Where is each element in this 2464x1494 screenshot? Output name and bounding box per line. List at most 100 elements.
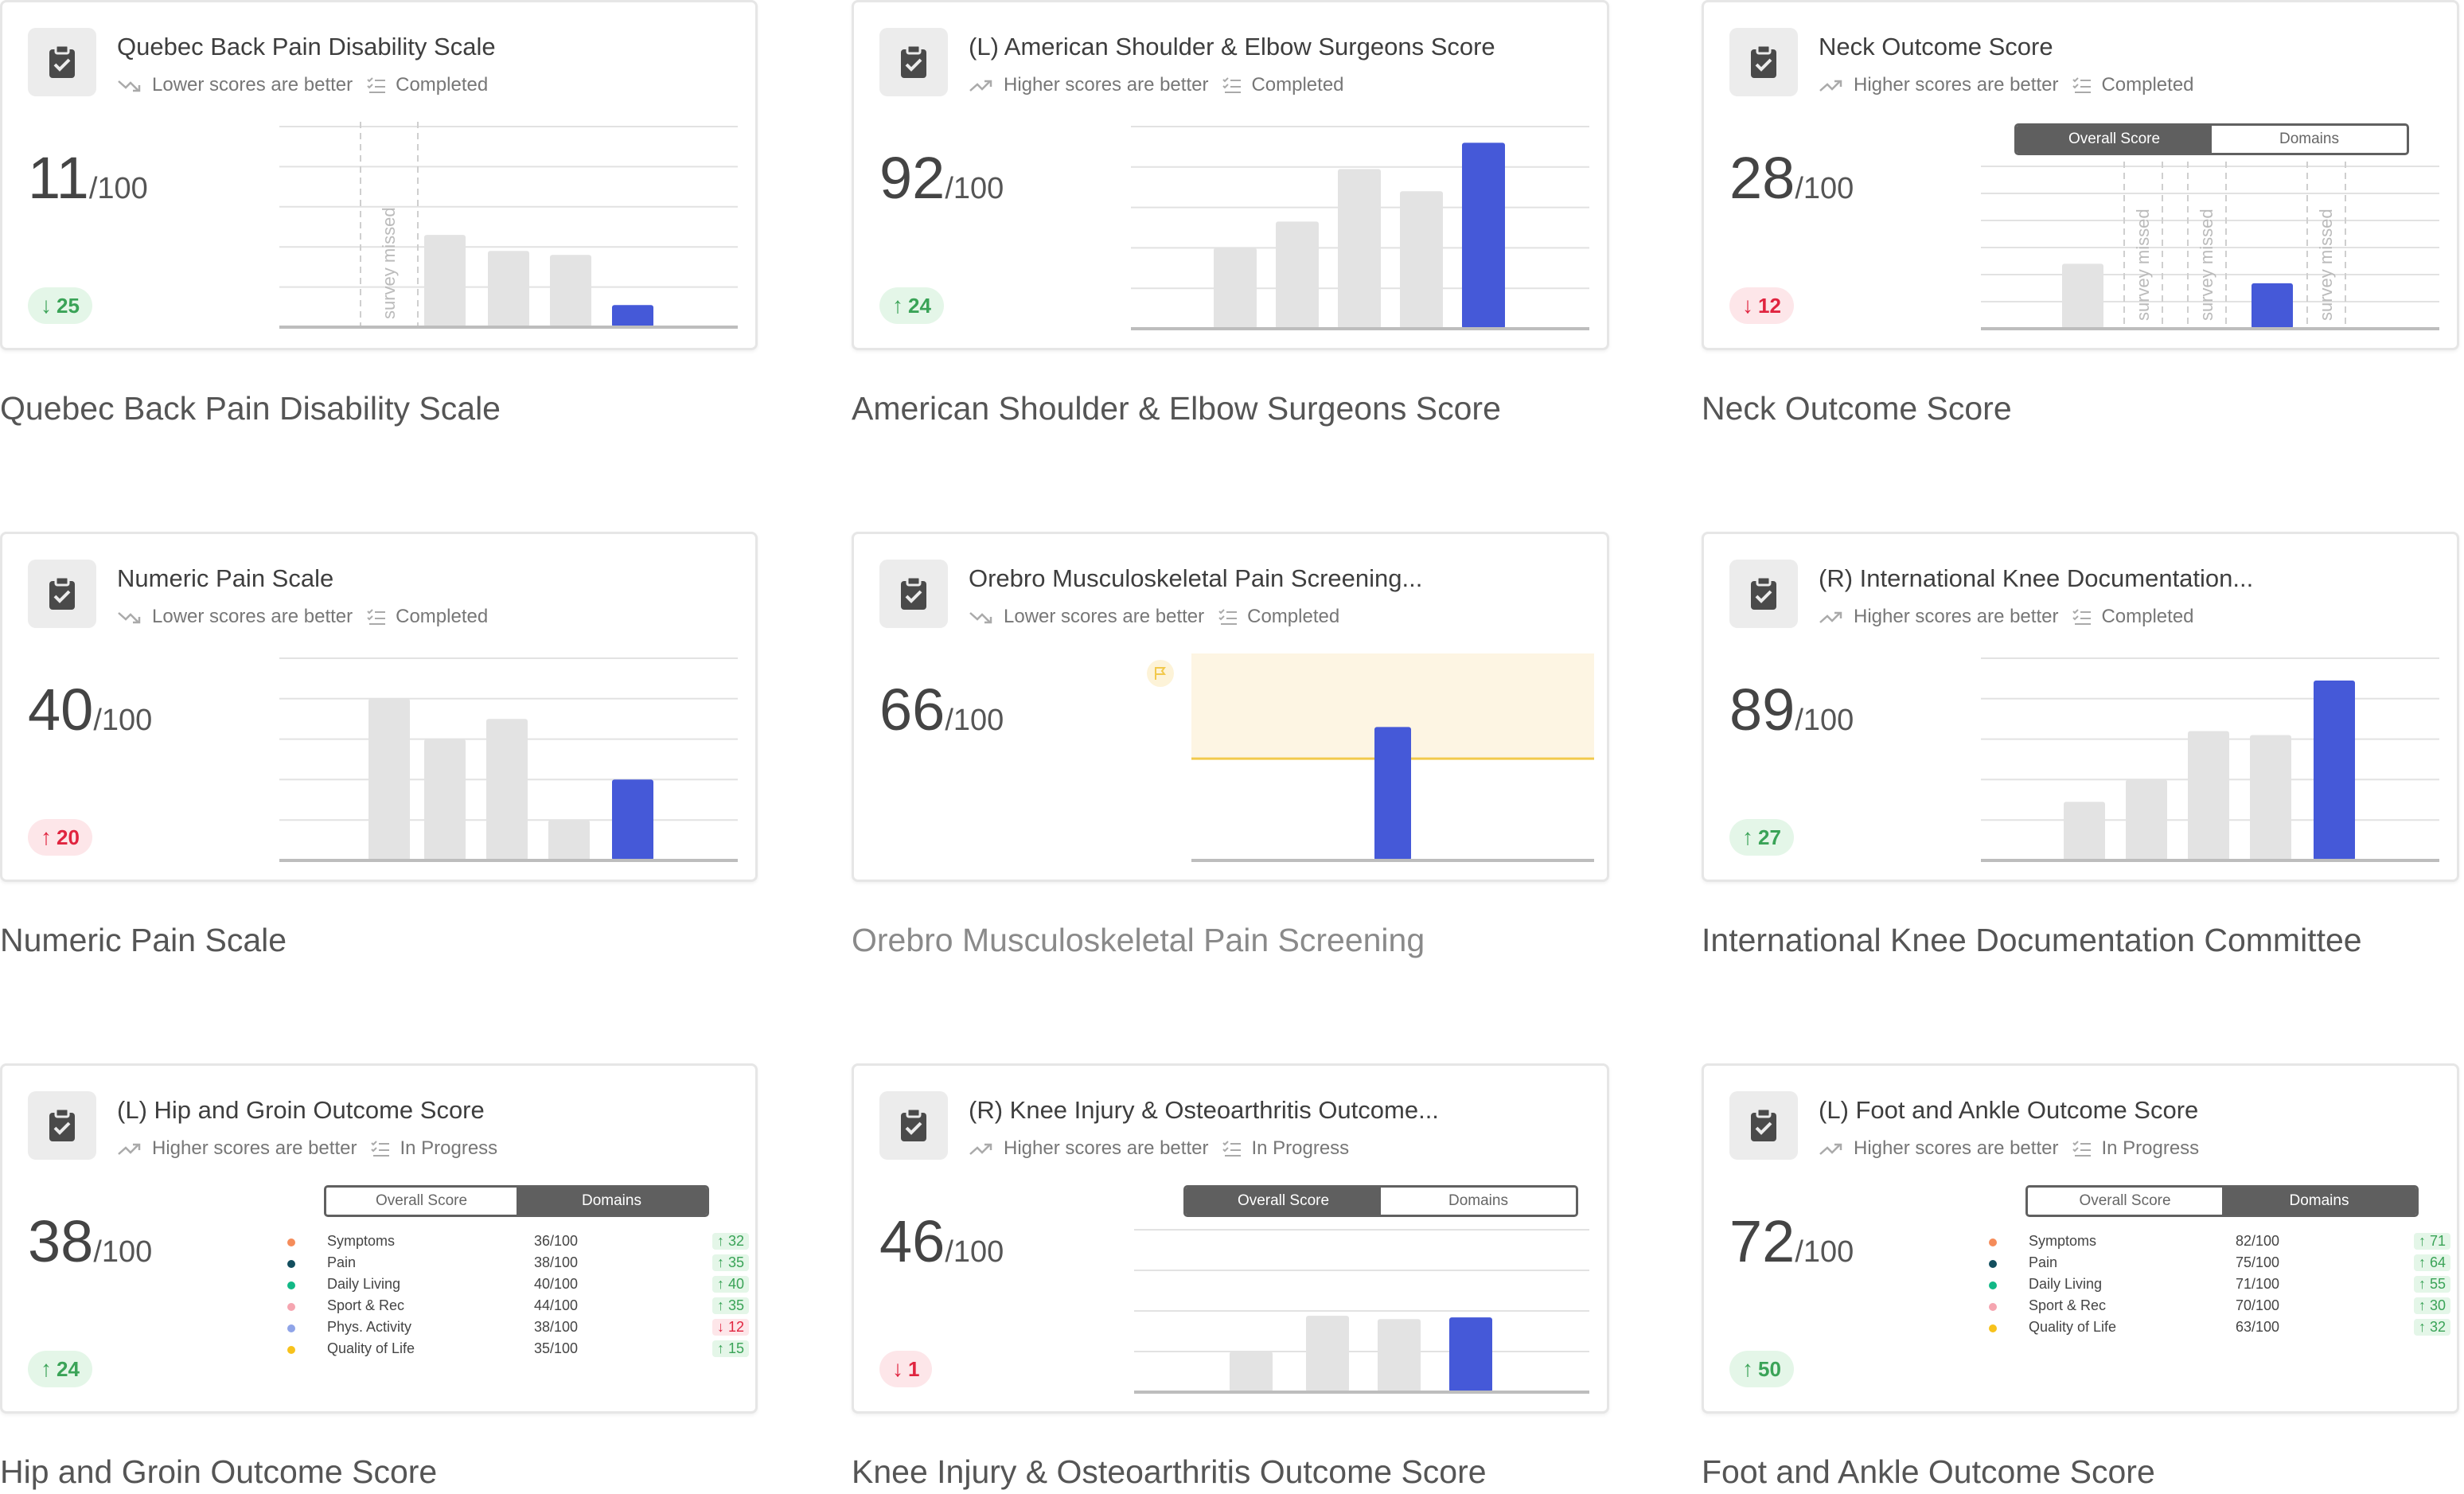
domain-change: ↑ 35 — [712, 1254, 749, 1271]
change-value: 24 — [57, 1356, 80, 1381]
domain-change: ↑ 71 — [2413, 1233, 2450, 1250]
score-card[interactable]: Numeric Pain Scale Lower scores are bette… — [0, 532, 758, 882]
score-number: 38 — [28, 1208, 94, 1274]
score-number: 28 — [1729, 145, 1795, 211]
score-number: 92 — [879, 145, 945, 211]
domain-value: 38/100 — [534, 1319, 579, 1335]
tab-overall-score[interactable]: Overall Score — [2028, 1188, 2222, 1215]
tab-domains[interactable]: Domains — [2222, 1188, 2416, 1215]
change-badge: ↓ 12 — [1729, 287, 1794, 324]
tab-domains[interactable]: Domains — [2212, 126, 2407, 153]
tab-overall-score[interactable]: Overall Score — [326, 1188, 517, 1215]
card-meta: Higher scores are better Completed — [969, 74, 1344, 96]
domain-color-dot — [287, 1260, 295, 1268]
card-title: Neck Outcome Score — [1819, 33, 2053, 60]
tab-domains[interactable]: Domains — [1381, 1188, 1576, 1215]
current-score-bar — [1374, 727, 1411, 860]
tab-overall-score[interactable]: Overall Score — [1186, 1188, 1381, 1215]
score-card[interactable]: (R) Knee Injury & Osteoarthritis Outcome… — [852, 1063, 1609, 1414]
score-card[interactable]: Quebec Back Pain Disability Scale Lower s… — [0, 0, 758, 350]
score-number: 46 — [879, 1208, 945, 1274]
score-view-toggle[interactable]: Overall Score Domains — [2014, 123, 2409, 155]
past-score-bar — [2188, 731, 2229, 860]
past-score-bar — [1400, 191, 1443, 329]
score-card[interactable]: (R) International Knee Documentation... H… — [1702, 532, 2459, 882]
current-score-bar — [2314, 680, 2355, 860]
direction-label: Higher scores are better — [1854, 74, 2059, 96]
score-card[interactable]: Neck Outcome Score Higher scores are bett… — [1702, 0, 2459, 350]
past-score-bar — [2126, 779, 2167, 860]
arrow-up-icon: ↑ — [716, 1254, 728, 1270]
domain-value: 36/100 — [534, 1233, 579, 1249]
score-card[interactable]: (L) Foot and Ankle Outcome Score Higher s… — [1702, 1063, 2459, 1414]
tab-overall-score[interactable]: Overall Score — [2017, 126, 2212, 153]
domain-row: Pain 38/100 ↑ 35 — [287, 1254, 749, 1275]
score-history-chart — [279, 657, 738, 862]
arrow-down-icon: ↓ — [892, 1356, 903, 1381]
trend-icon — [1819, 1140, 1842, 1157]
trend-icon — [117, 608, 141, 626]
domain-change-value: 55 — [2429, 1276, 2446, 1292]
score-history-chart — [1134, 1229, 1589, 1394]
domain-color-dot — [1989, 1238, 1997, 1246]
domain-value: 35/100 — [534, 1340, 579, 1356]
score-value: 46/100 — [879, 1207, 1004, 1275]
status-label: Completed — [1247, 606, 1340, 627]
card-meta: Lower scores are better Completed — [117, 74, 488, 96]
score-view-toggle[interactable]: Overall Score Domains — [1183, 1185, 1578, 1217]
card-meta: Higher scores are better Completed — [1819, 606, 2194, 628]
change-badge: ↑ 27 — [1729, 819, 1794, 856]
domain-change: ↑ 40 — [712, 1276, 749, 1293]
domain-color-dot — [287, 1324, 295, 1332]
card-title: (L) Foot and Ankle Outcome Score — [1819, 1096, 2199, 1124]
card-caption[interactable]: Hip and Groin Outcome Score — [0, 1453, 437, 1491]
domain-value: 71/100 — [2236, 1276, 2280, 1292]
card-caption[interactable]: Foot and Ankle Outcome Score — [1702, 1453, 2155, 1491]
card-caption[interactable]: Orebro Musculoskeletal Pain Screening — [852, 922, 1425, 959]
change-badge: ↓ 25 — [28, 287, 92, 324]
score-view-toggle[interactable]: Overall Score Domains — [2025, 1185, 2419, 1217]
domain-value: 75/100 — [2236, 1254, 2280, 1270]
domain-change: ↑ 15 — [712, 1340, 749, 1357]
score-max: /100 — [945, 172, 1004, 205]
direction-label: Lower scores are better — [152, 606, 353, 627]
arrow-down-icon: ↓ — [1742, 293, 1753, 318]
domain-change: ↑ 30 — [2413, 1297, 2450, 1314]
trend-icon — [969, 608, 992, 626]
card-caption[interactable]: Quebec Back Pain Disability Scale — [0, 390, 501, 427]
arrow-up-icon: ↑ — [2418, 1319, 2430, 1335]
change-badge: ↑ 24 — [879, 287, 944, 324]
score-card[interactable]: Orebro Musculoskeletal Pain Screening...… — [852, 532, 1609, 882]
tab-domains[interactable]: Domains — [517, 1188, 707, 1215]
direction-label: Lower scores are better — [152, 74, 353, 96]
clipboard-check-icon — [1729, 1091, 1798, 1160]
score-card[interactable]: (L) American Shoulder & Elbow Surgeons S… — [852, 0, 1609, 350]
score-view-toggle[interactable]: Overall Score Domains — [324, 1185, 709, 1217]
arrow-down-icon: ↓ — [716, 1319, 728, 1335]
card-caption[interactable]: Numeric Pain Scale — [0, 922, 287, 959]
domain-change-value: 71 — [2429, 1233, 2446, 1249]
domain-change-value: 32 — [727, 1233, 744, 1249]
status-label: In Progress — [400, 1137, 498, 1159]
arrow-up-icon: ↑ — [41, 825, 52, 849]
domain-color-dot — [287, 1238, 295, 1246]
current-score-bar — [1449, 1317, 1492, 1392]
trend-icon — [117, 76, 141, 94]
past-score-bar — [1214, 248, 1257, 329]
score-history-chart — [1191, 653, 1594, 862]
card-caption[interactable]: American Shoulder & Elbow Surgeons Score — [852, 390, 1501, 427]
status-label: In Progress — [1251, 1137, 1350, 1159]
domain-change-value: 15 — [727, 1340, 744, 1356]
card-caption[interactable]: Neck Outcome Score — [1702, 390, 2012, 427]
direction-label: Higher scores are better — [1004, 74, 1209, 96]
card-caption[interactable]: Knee Injury & Osteoarthritis Outcome Sco… — [852, 1453, 1487, 1491]
domain-change: ↑ 32 — [2413, 1319, 2450, 1336]
domain-name: Phys. Activity — [327, 1319, 412, 1335]
trend-icon — [1819, 608, 1842, 626]
card-meta: Higher scores are better In Progress — [969, 1137, 1349, 1160]
score-max: /100 — [1795, 172, 1854, 205]
domain-row: Quality of Life 63/100 ↑ 32 — [1989, 1319, 2450, 1340]
score-max: /100 — [1795, 1235, 1854, 1269]
card-caption[interactable]: International Knee Documentation Committ… — [1702, 922, 2362, 959]
score-card[interactable]: (L) Hip and Groin Outcome Score Higher sc… — [0, 1063, 758, 1414]
